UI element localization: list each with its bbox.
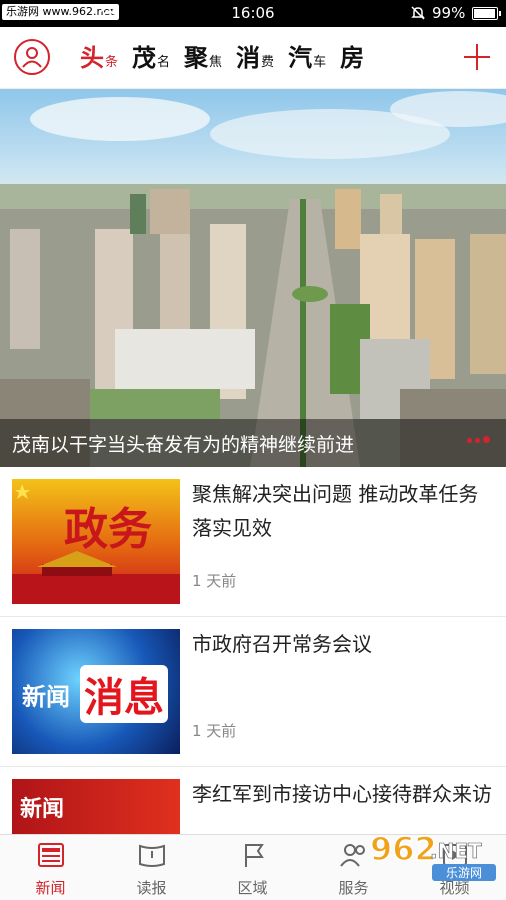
svg-text:乐游网: 乐游网 xyxy=(446,866,482,880)
battery-fill xyxy=(474,9,495,18)
news-thumbnail: 政务 xyxy=(12,479,180,604)
battery-percent: 99% xyxy=(432,4,466,22)
hero-caption: 茂南以干字当头奋发有为的精神继续前进 xyxy=(12,434,355,456)
clock: 16:06 xyxy=(231,4,275,22)
tab-channel[interactable]: 茂名 xyxy=(132,27,170,89)
user-icon xyxy=(22,47,42,68)
tab-channel[interactable]: 聚焦 xyxy=(184,27,222,89)
paper-icon xyxy=(139,844,165,867)
newspaper-icon xyxy=(38,843,64,867)
tab-label-sub: 车 xyxy=(313,55,327,70)
nav-news[interactable]: 新闻 xyxy=(0,835,101,900)
tab-label-sub: 焦 xyxy=(209,55,223,70)
news-time: 1 天前 xyxy=(192,572,237,590)
add-channel-button[interactable] xyxy=(462,42,492,72)
news-title: 李红军到市接访中心接待群众来访 xyxy=(192,782,492,806)
svg-text:962: 962 xyxy=(370,830,437,868)
battery-icon xyxy=(472,7,501,20)
tab-label-sub: 名 xyxy=(157,55,171,70)
tab-label-main: 茂 xyxy=(132,43,157,72)
tab-label-main: 汽 xyxy=(288,43,313,72)
tab-label-main: 聚 xyxy=(184,43,209,72)
thumb-text: 新闻 xyxy=(22,683,70,711)
site-watermark-logo: 962 .NET 乐游网 xyxy=(369,829,496,881)
nav-read-paper[interactable]: 读报 xyxy=(101,835,202,900)
tab-label-main: 消 xyxy=(236,43,261,72)
tab-label-sub: 费 xyxy=(261,55,275,70)
news-item[interactable]: 政务 聚焦解决突出问题 推动改革任务落实见效 1 天前 xyxy=(0,467,506,617)
news-item[interactable]: 新闻 消息 市政府召开常务会议 1 天前 xyxy=(0,617,506,767)
people-icon xyxy=(340,844,365,867)
svg-text:.NET: .NET xyxy=(430,839,482,863)
tab-label-main: 房 xyxy=(340,43,365,72)
tab-label-sub: 条 xyxy=(105,55,119,70)
hero-city-image xyxy=(0,91,506,467)
carousel-dot[interactable] xyxy=(467,438,472,443)
thumb-text: 消息 xyxy=(80,665,168,723)
bell-muted-icon xyxy=(411,6,425,20)
carousel-dots xyxy=(464,428,490,447)
nav-label: 新闻 xyxy=(35,879,66,897)
user-avatar-button[interactable] xyxy=(14,39,50,75)
news-thumbnail: 新闻 消息 xyxy=(12,629,180,754)
nav-region[interactable]: 区域 xyxy=(202,835,303,900)
thumb-text: 新闻 xyxy=(20,797,65,822)
thumb-text: 政务 xyxy=(64,504,152,555)
flag-icon xyxy=(245,844,264,867)
tab-channel[interactable]: 房 xyxy=(340,27,365,89)
news-title: 市政府召开常务会议 xyxy=(192,632,372,656)
nav-label: 区域 xyxy=(237,879,268,897)
carousel-dot[interactable] xyxy=(475,438,480,443)
status-bar: 乐游网 www.962.net 16:06 99% xyxy=(0,0,506,27)
tab-channel[interactable]: 头条 xyxy=(80,27,118,89)
news-time: 1 天前 xyxy=(192,722,237,740)
tab-label-main: 头 xyxy=(80,43,104,72)
news-title: 聚焦解决突出问题 推动改革任务落实见效 xyxy=(192,482,479,540)
tab-channel[interactable]: 汽车 xyxy=(288,27,326,89)
carousel-dot[interactable] xyxy=(483,436,490,443)
nav-label: 读报 xyxy=(136,879,167,897)
hero-banner[interactable]: 茂南以干字当头奋发有为的精神继续前进 xyxy=(0,89,506,467)
channel-tabs: 头条 茂名 聚焦 消费 汽车房 xyxy=(80,27,450,89)
tab-channel[interactable]: 消费 xyxy=(236,27,274,89)
top-header: 头条 茂名 聚焦 消费 汽车房 xyxy=(0,27,506,89)
